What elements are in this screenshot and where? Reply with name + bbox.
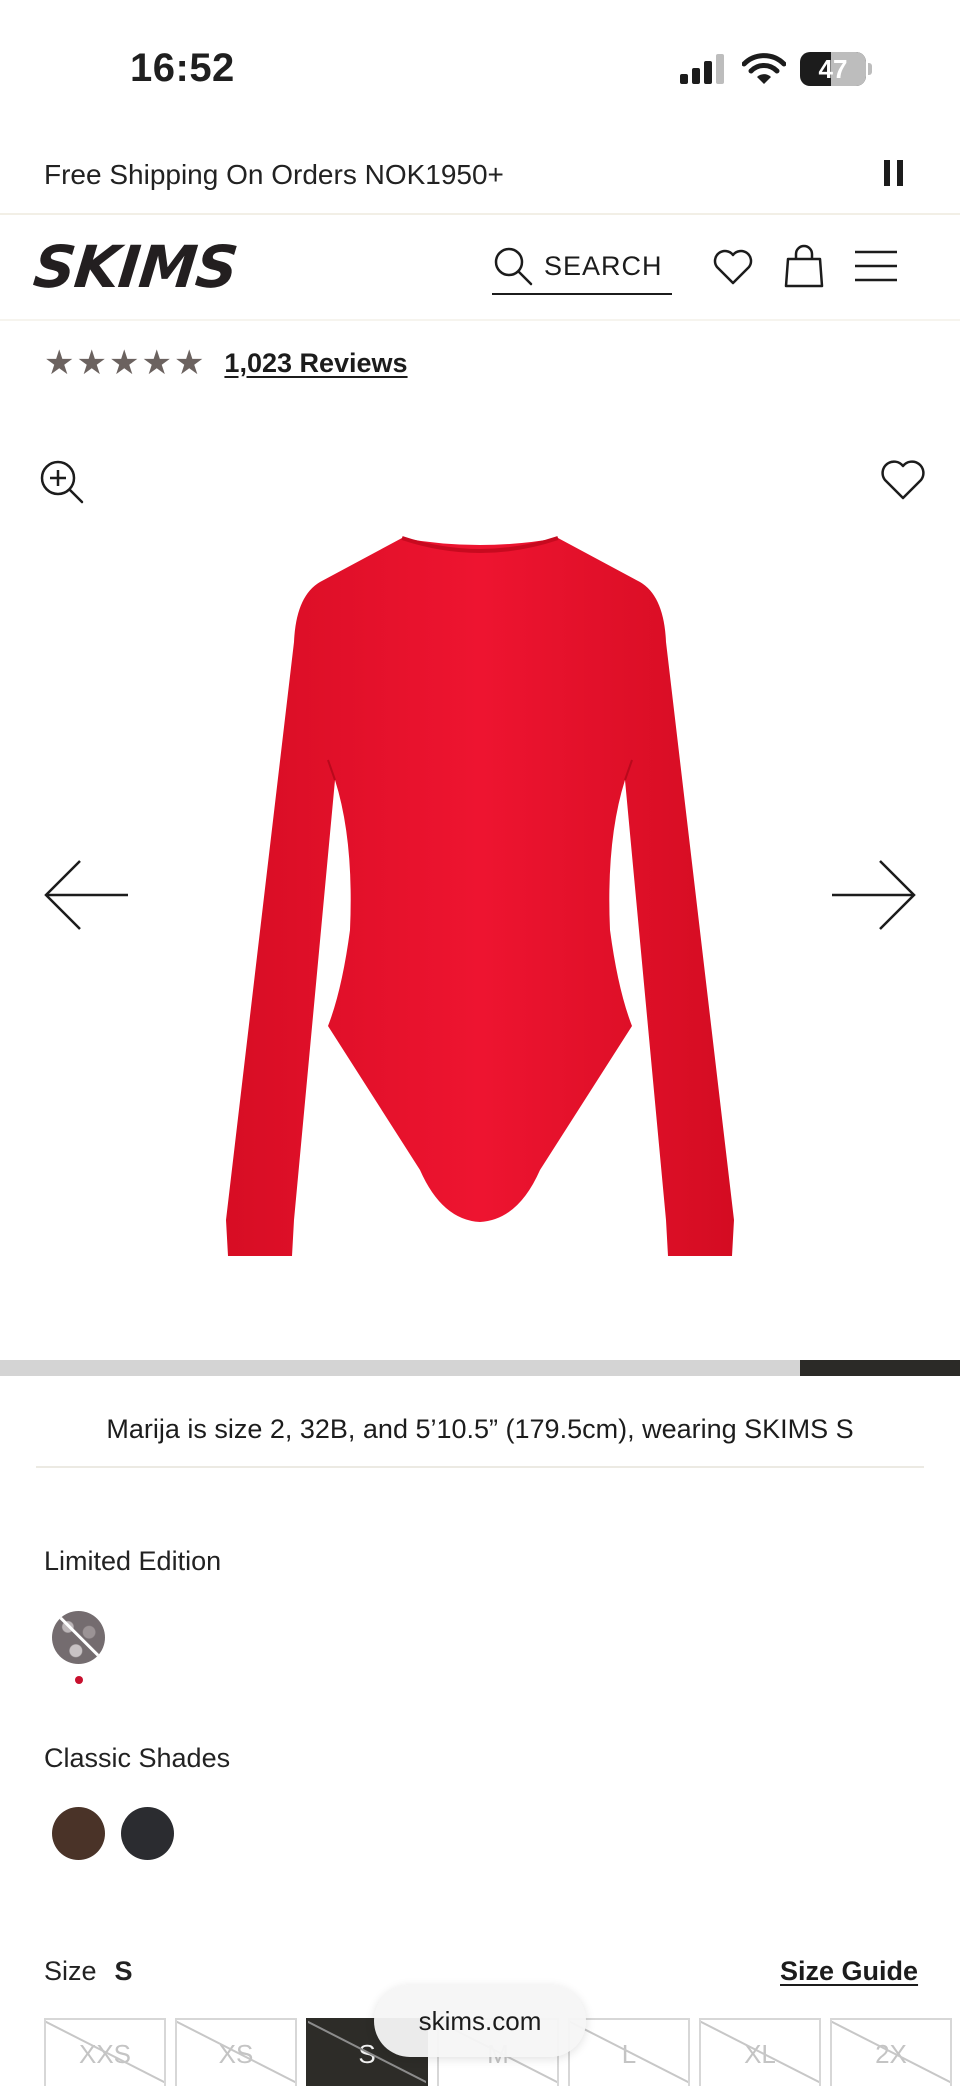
model-size-note: Marija is size 2, 32B, and 5’10.5” (179.… [36,1398,924,1468]
size-guide-link[interactable]: Size Guide [780,1956,918,1987]
bag-icon[interactable] [782,243,826,289]
promo-text: Free Shipping On Orders NOK1950+ [44,159,504,190]
size-option-label: 2X [875,2039,907,2069]
wifi-icon [742,53,786,84]
heart-icon[interactable] [880,458,926,502]
current-size: S [114,1956,133,1986]
size-option-xs[interactable]: XS [175,2018,297,2086]
promo-bar: Free Shipping On Orders NOK1950+ [0,145,960,215]
status-icons: 47 [680,52,872,86]
size-label: Size [44,1956,97,1986]
star-icon: ★ [44,344,75,382]
classic-shades-label: Classic Shades [44,1743,231,1773]
zoom-in-icon[interactable] [38,458,86,506]
product-image[interactable] [220,530,740,1260]
browser-url-bar[interactable]: skims.com [374,1985,586,2057]
selected-swatch-indicator [75,1676,83,1684]
reviews-link[interactable]: 1,023 Reviews [224,348,407,379]
size-option-2x[interactable]: 2X [830,2018,952,2086]
status-time: 16:52 [130,46,235,90]
star-icon: ★ [76,344,107,382]
battery-percentage: 47 [818,53,848,84]
star-icon: ★ [108,344,140,382]
star-icon: ★ [141,344,172,382]
gallery-progress [0,1360,960,1376]
site-header: SKIMS SEARCH [0,217,960,321]
star-rating: ★ ★ ★ ★ ★ [44,346,204,380]
battery-icon: 47 [800,52,866,86]
product-rating: ★ ★ ★ ★ ★ 1,023 Reviews [44,346,408,380]
size-option-l[interactable]: L [568,2018,690,2086]
menu-icon[interactable] [854,249,898,283]
battery-tip [868,63,872,75]
arrow-left-icon[interactable] [42,858,130,932]
search-icon [494,247,533,286]
size-option-xxs[interactable]: XXS [44,2018,166,2086]
search-button[interactable]: SEARCH [492,239,672,295]
status-bar: 16:52 47 [0,0,960,130]
skims-logo[interactable]: SKIMS [30,233,240,301]
arrow-right-icon[interactable] [830,858,918,932]
brown-swatch[interactable] [52,1807,105,1860]
pause-icon[interactable] [884,160,903,186]
size-option-label: XS [218,2039,254,2069]
black-swatch[interactable] [121,1807,174,1860]
signal-icon [680,54,724,84]
size-selector-label: Size S [44,1956,133,1987]
limited-edition-label: Limited Edition [44,1546,222,1576]
size-option-label: XL [744,2039,776,2069]
heart-icon[interactable] [712,247,754,287]
snake-print-swatch[interactable] [52,1611,105,1664]
star-icon: ★ [173,344,205,382]
gallery-progress-fill [799,1360,960,1376]
bodysuit-shape [226,538,734,1256]
search-label: SEARCH [544,250,663,281]
size-option-xl[interactable]: XL [699,2018,821,2086]
